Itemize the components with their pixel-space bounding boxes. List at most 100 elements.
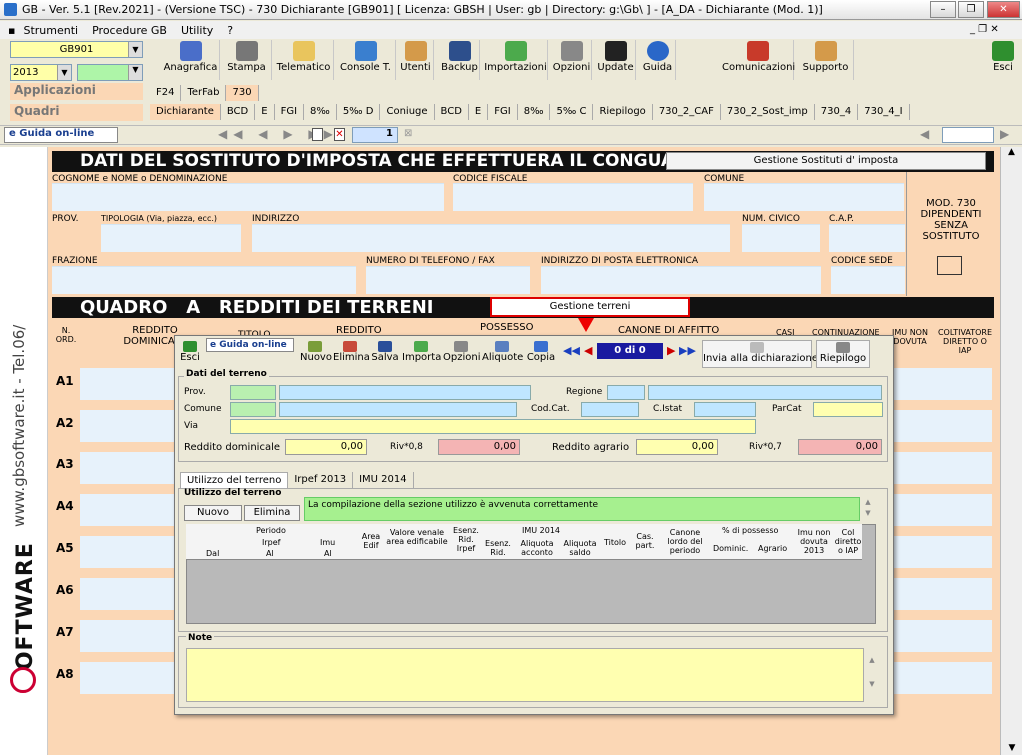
tab-8x1000[interactable]: 8‰ <box>304 104 337 120</box>
exit-button[interactable]: Esci <box>988 40 1018 80</box>
comunicazioni-button[interactable]: Comunicazioni <box>722 40 795 80</box>
maximize-button[interactable]: ❐ <box>958 1 984 18</box>
chevron-down-icon[interactable]: ▼ <box>57 65 71 80</box>
new-page-icon[interactable] <box>312 128 323 141</box>
tab-730-4-i[interactable]: 730_4_I <box>858 104 910 120</box>
chevron-up-icon[interactable]: ▲ <box>1001 147 1022 157</box>
scroll-right-arrow[interactable]: ▶ <box>1000 127 1009 141</box>
util-elimina-button[interactable]: Elimina <box>244 505 300 521</box>
prov-code-field[interactable] <box>230 385 276 400</box>
comune-name-field[interactable] <box>279 402 517 417</box>
tab-fgi-c[interactable]: FGI <box>488 104 518 120</box>
code-select[interactable]: GB901 ▼ <box>10 41 143 58</box>
prov-name-field[interactable] <box>279 385 531 400</box>
dialog-copia-button[interactable]: Copia <box>526 340 556 368</box>
riepilogo-button[interactable]: Riepilogo <box>816 340 870 368</box>
menu-procedure[interactable]: Procedure GB <box>92 24 167 37</box>
tab-730[interactable]: 730 <box>226 85 259 101</box>
backup-button[interactable]: Backup <box>440 40 480 80</box>
delete-page-icon[interactable]: ✕ <box>334 128 345 141</box>
dialog-nuovo-button[interactable]: Nuovo <box>300 340 332 368</box>
tab-5x1000-c[interactable]: 5‰ C <box>550 104 594 120</box>
telematico-button[interactable]: Telematico <box>274 40 334 80</box>
sede-field[interactable] <box>831 266 905 294</box>
dialog-salva-button[interactable]: Salva <box>371 340 399 368</box>
cf-field[interactable] <box>453 183 693 211</box>
console-button[interactable]: Console T. <box>336 40 396 80</box>
scroll-left-arrow[interactable]: ◀ <box>920 127 929 141</box>
cistat-field[interactable] <box>694 402 756 417</box>
invia-button[interactable]: Invia alla dichiarazione <box>702 340 818 368</box>
dialog-opzioni-button[interactable]: Opzioni <box>443 340 480 368</box>
zoom-icon[interactable]: ⊠ <box>404 128 416 141</box>
update-button[interactable]: Update <box>596 40 636 80</box>
comune-field[interactable] <box>704 183 904 211</box>
anagrafica-button[interactable]: Anagrafica <box>162 40 220 80</box>
tab-irpef2013[interactable]: Irpef 2013 <box>288 472 354 488</box>
frazione-field[interactable] <box>52 266 356 294</box>
guide-online-button[interactable]: e Guida on-line <box>4 127 118 143</box>
tab-bcd-c[interactable]: BCD <box>435 104 469 120</box>
dialog-aliquote-button[interactable]: Aliquote <box>482 340 523 368</box>
ra-field[interactable]: 0,00 <box>636 439 718 455</box>
regione-name-field[interactable] <box>648 385 882 400</box>
codcat-field[interactable] <box>581 402 639 417</box>
rd-field[interactable]: 0,00 <box>285 439 367 455</box>
message-scroll[interactable]: ▲ ▼ <box>862 497 874 521</box>
chevron-down-icon[interactable]: ▼ <box>128 42 142 57</box>
close-button[interactable]: ✕ <box>987 1 1020 18</box>
note-scroll[interactable]: ▲ ▼ <box>866 648 878 702</box>
note-textarea[interactable] <box>186 648 864 702</box>
cap-field[interactable] <box>829 224 905 252</box>
tab-imu2014[interactable]: IMU 2014 <box>353 472 414 488</box>
cognome-field[interactable] <box>52 183 444 211</box>
minimize-button[interactable]: – <box>930 1 956 18</box>
menu-strumenti[interactable]: Strumenti <box>23 24 78 37</box>
gestione-terreni-button[interactable]: Gestione terreni <box>490 297 690 317</box>
tab-dichiarante[interactable]: Dichiarante <box>150 104 221 120</box>
record-nav-last[interactable]: ▶▶ <box>679 344 696 357</box>
record-nav-first[interactable]: ◀◀ <box>563 344 580 357</box>
mod730-checkbox[interactable] <box>937 256 962 275</box>
tab-730-4[interactable]: 730_4 <box>815 104 859 120</box>
opzioni-button[interactable]: Opzioni <box>552 40 592 80</box>
dialog-importa-button[interactable]: Importa <box>402 340 441 368</box>
tab-e[interactable]: E <box>255 104 275 120</box>
tab-8x1000-c[interactable]: 8‰ <box>518 104 551 120</box>
civico-field[interactable] <box>742 224 820 252</box>
regione-code-field[interactable] <box>607 385 645 400</box>
tab-5x1000-d[interactable]: 5‰ D <box>337 104 381 120</box>
via-field[interactable] <box>230 419 756 434</box>
tab-riepilogo[interactable]: Riepilogo <box>593 104 653 120</box>
menu-help[interactable]: ? <box>227 24 233 37</box>
utenti-button[interactable]: Utenti <box>398 40 434 80</box>
parcat-field[interactable] <box>813 402 883 417</box>
tab-f24[interactable]: F24 <box>150 85 182 101</box>
record-nav-prev[interactable]: ◀ <box>584 344 592 357</box>
vertical-scrollbar[interactable]: ▲ ▼ <box>1000 147 1022 755</box>
email-field[interactable] <box>541 266 821 294</box>
search-box[interactable] <box>942 127 994 143</box>
dialog-esci-button[interactable]: Esci <box>178 340 202 368</box>
page-number-input[interactable]: 1 <box>352 127 398 143</box>
tab-coniuge[interactable]: Coniuge <box>380 104 435 120</box>
guida-button[interactable]: Guida <box>640 40 676 80</box>
quadri-bar[interactable]: Quadri <box>10 104 143 121</box>
menu-utility[interactable]: Utility <box>181 24 213 37</box>
dialog-guide-button[interactable]: e Guida on-line <box>206 338 294 352</box>
tab-terfab[interactable]: TerFab <box>181 85 227 101</box>
comune-code-field[interactable] <box>230 402 276 417</box>
tipologia-field[interactable] <box>101 224 241 252</box>
tab-e-c[interactable]: E <box>469 104 489 120</box>
tab-730-2-sost[interactable]: 730_2_Sost_imp <box>721 104 815 120</box>
record-nav-next[interactable]: ▶ <box>667 344 675 357</box>
dialog-elimina-button[interactable]: Elimina <box>333 340 370 368</box>
indirizzo-field[interactable] <box>252 224 730 252</box>
tab-bcd[interactable]: BCD <box>221 104 256 120</box>
tab-730-2-caf[interactable]: 730_2_CAF <box>653 104 721 120</box>
filter-select[interactable]: ▼ <box>77 64 143 81</box>
chevron-down-icon[interactable]: ▼ <box>128 65 142 80</box>
year-select[interactable]: 2013 ▼ <box>10 64 72 81</box>
tab-utilizzo[interactable]: Utilizzo del terreno <box>180 472 289 488</box>
util-nuovo-button[interactable]: Nuovo <box>184 505 242 521</box>
